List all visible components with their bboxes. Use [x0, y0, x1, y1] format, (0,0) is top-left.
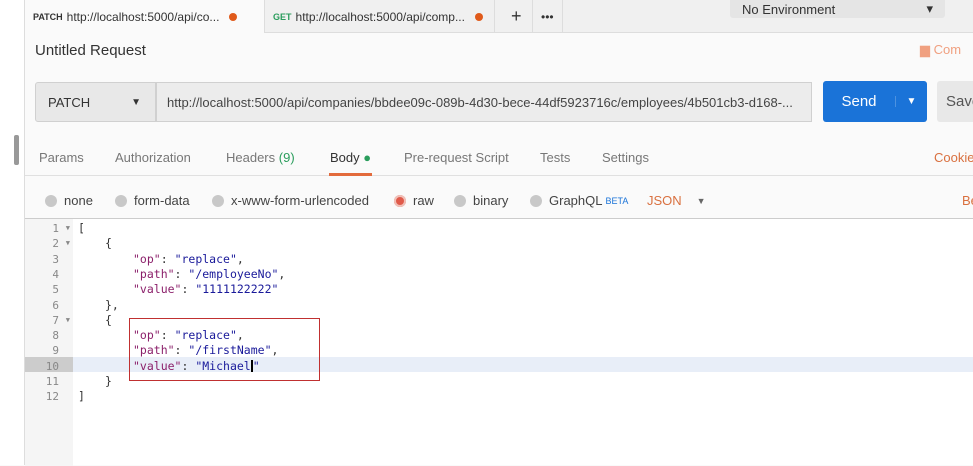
format-select[interactable]: JSON ▼ [647, 193, 706, 208]
code-line: ] [78, 389, 85, 404]
radio-form-data[interactable]: form-data [115, 193, 190, 208]
radio-label: form-data [134, 193, 190, 208]
line-number: 4 [52, 267, 59, 281]
tab-headers[interactable]: Headers (9) [226, 150, 295, 165]
save-button[interactable]: Save [937, 81, 973, 122]
tab-params[interactable]: Params [39, 150, 84, 165]
sidebar [0, 0, 25, 465]
comment-icon: ▆ [920, 42, 934, 57]
unsaved-dot-icon [229, 12, 238, 21]
radio-label: none [64, 193, 93, 208]
body-type-options: none form-data x-www-form-urlencoded raw… [25, 186, 973, 218]
method-select[interactable]: PATCH ▼ [35, 82, 156, 122]
line-number: 7 ▼ [52, 313, 70, 328]
beautify-link[interactable]: Be [962, 193, 973, 208]
line-number: 1 ▼ [52, 221, 70, 236]
code-line: "op": "replace", [133, 251, 244, 266]
radio-label: raw [413, 193, 434, 208]
environment-select[interactable]: No Environment ▾ [730, 0, 945, 18]
line-number: 10 [45, 359, 59, 373]
code-line: { [105, 312, 112, 327]
code-line: }, [105, 297, 119, 312]
tab-body[interactable]: Body ● [328, 150, 373, 176]
radio-icon [530, 194, 542, 207]
radio-icon [212, 194, 224, 207]
fold-arrow-icon[interactable]: ▼ [66, 236, 70, 251]
format-label: JSON [647, 193, 682, 208]
code-editor[interactable]: 1 ▼ 2 ▼ 3 4 5 6 7 ▼ 8 9 10 11 12 [ { "op": "replace", … [25, 218, 973, 466]
cookies-link[interactable]: Cookies [934, 150, 973, 165]
more-tabs-button[interactable]: ••• [533, 0, 563, 33]
tab-method: GET [273, 11, 292, 22]
headers-count: (9) [278, 150, 295, 165]
tab-url: http://localhost:5000/api/comp... [295, 9, 465, 24]
code-line: [ [78, 221, 85, 235]
tab-body-label: Body [330, 150, 360, 165]
request-tab-patch[interactable]: PATCH http://localhost:5000/api/co... [25, 0, 265, 33]
radio-none[interactable]: none [45, 193, 93, 208]
unsaved-dot-icon [474, 12, 483, 21]
chevron-down-icon: ▾ [926, 1, 933, 16]
line-number: 11 [45, 375, 59, 388]
request-tabs: Params Authorization Headers (9) Body ● … [25, 140, 973, 176]
body-dot-icon: ● [363, 150, 372, 165]
tab-settings[interactable]: Settings [602, 150, 649, 165]
send-label: Send [841, 93, 877, 110]
request-title[interactable]: Untitled Request [35, 42, 146, 59]
send-button[interactable]: Send ▼ [823, 81, 927, 122]
chevron-down-icon: ▼ [696, 195, 706, 206]
url-input[interactable]: http://localhost:5000/api/companies/bbde… [156, 82, 812, 122]
comments-button[interactable]: ▆ Com [920, 42, 961, 58]
code-line: { [105, 236, 112, 251]
radio-label: GraphQL [549, 193, 603, 208]
fold-arrow-icon[interactable]: ▼ [66, 313, 70, 328]
line-number: 5 [52, 283, 59, 297]
code-line: "path": "/employeeNo", [133, 266, 286, 281]
line-number: 3 [52, 252, 59, 266]
tab-authorization[interactable]: Authorization [115, 150, 191, 165]
request-tab-get[interactable]: GET http://localhost:5000/api/comp... [265, 0, 495, 33]
tab-url: http://localhost:5000/api/co... [66, 9, 220, 24]
code-line: } [105, 374, 112, 388]
chevron-down-icon: ▼ [131, 96, 141, 108]
radio-graphql[interactable]: GraphQL BETA [530, 193, 628, 208]
radio-icon [115, 194, 127, 207]
radio-label: x-www-form-urlencoded [231, 193, 369, 208]
sidebar-scrollbar[interactable] [14, 135, 19, 165]
radio-raw[interactable]: raw [394, 193, 434, 208]
radio-icon [45, 194, 57, 207]
send-dropdown-icon[interactable]: ▼ [895, 96, 927, 107]
comments-label: Com [933, 42, 962, 57]
highlight-annotation-box [129, 318, 320, 381]
beta-badge: BETA [605, 195, 629, 206]
new-tab-button[interactable]: + [503, 0, 533, 33]
tab-method: PATCH [33, 11, 63, 22]
radio-label: binary [473, 193, 509, 208]
line-number: 2 ▼ [52, 236, 70, 251]
fold-arrow-icon[interactable]: ▼ [66, 221, 70, 236]
radio-icon [454, 194, 466, 207]
line-number: 6 [52, 298, 59, 312]
method-label: PATCH [48, 94, 91, 110]
tab-tests[interactable]: Tests [540, 150, 570, 165]
line-number: 12 [45, 390, 59, 404]
tab-pre-request-script[interactable]: Pre-request Script [404, 150, 509, 165]
code-line: "value": "1111122222" [133, 282, 279, 297]
radio-selected-icon [394, 194, 406, 207]
tab-headers-label: Headers [226, 150, 276, 165]
radio-binary[interactable]: binary [454, 193, 508, 208]
line-number: 8 [52, 329, 59, 343]
line-number: 9 [52, 344, 59, 358]
radio-urlencoded[interactable]: x-www-form-urlencoded [212, 193, 369, 208]
environment-label: No Environment [742, 1, 836, 17]
